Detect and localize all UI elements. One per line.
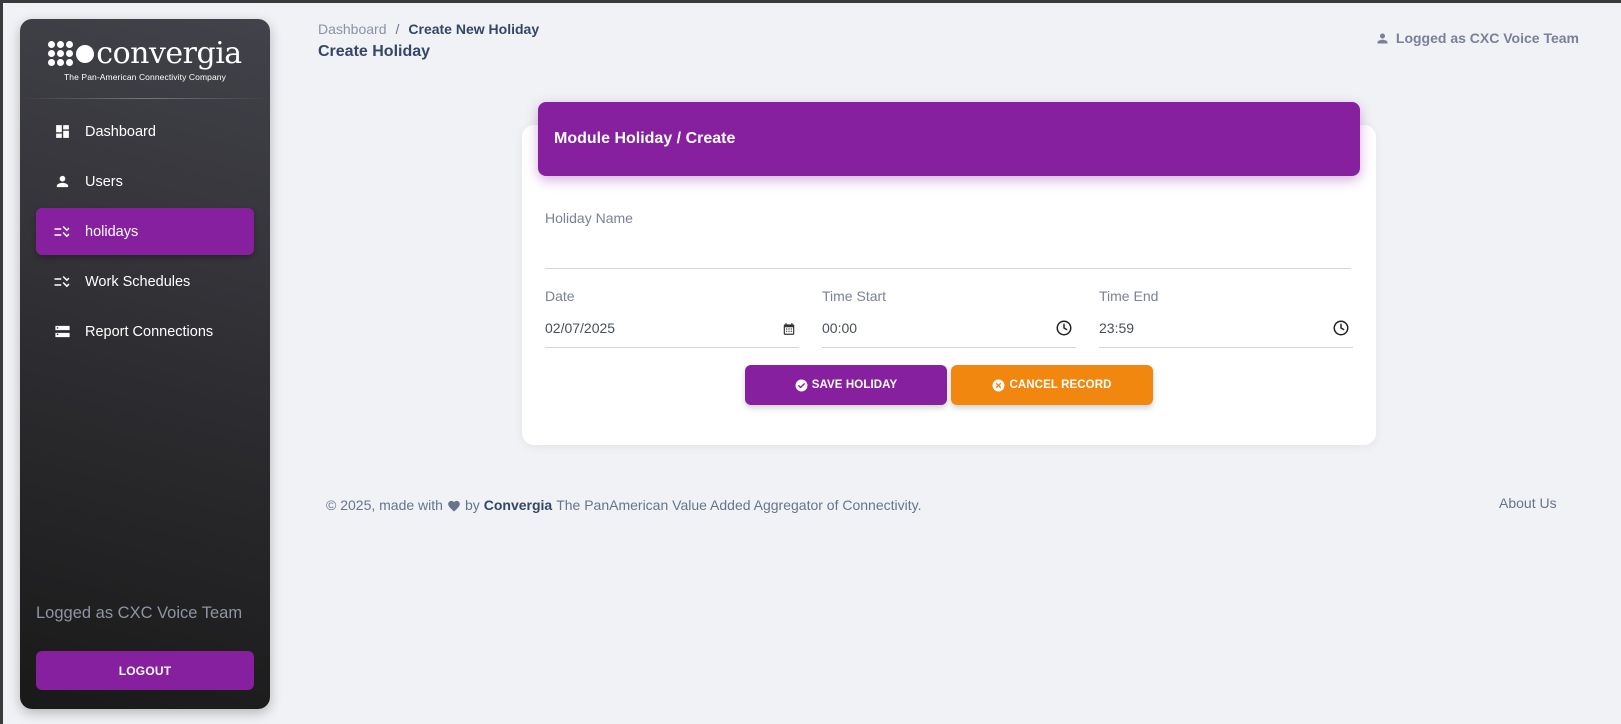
sidebar-user-text: Logged as CXC Voice Team (36, 604, 243, 622)
cancel-record-button[interactable]: CANCEL RECORD (951, 365, 1153, 405)
date-label: Date (545, 288, 575, 304)
holiday-name-input[interactable] (545, 238, 1351, 264)
logo-dots-icon (48, 41, 74, 67)
sidebar-item-dashboard[interactable]: Dashboard (36, 108, 254, 155)
sidebar-item-work-schedules[interactable]: Work Schedules (36, 258, 254, 305)
breadcrumb: Dashboard / Create New Holiday (318, 21, 539, 37)
sidebar-item-holidays[interactable]: holidays (36, 208, 254, 255)
time-end-input[interactable]: 23:59 (1099, 320, 1134, 336)
sidebar-item-report-connections[interactable]: Report Connections (36, 308, 254, 355)
brand-tagline: The Pan-American Connectivity Company (64, 72, 226, 82)
calendar-icon[interactable] (780, 320, 798, 338)
footer-suffix: The PanAmerican Value Added Aggregator o… (556, 497, 922, 513)
save-holiday-button[interactable]: SAVE HOLIDAY (745, 365, 947, 405)
date-input[interactable]: 02/07/2025 (545, 320, 615, 336)
date-underline (545, 347, 799, 348)
sidebar-item-label: Report Connections (85, 323, 214, 340)
card-header: Module Holiday / Create (538, 102, 1360, 176)
footer: © 2025, made with by Convergia The PanAm… (326, 497, 921, 513)
checklist-icon (53, 223, 71, 241)
check-circle-icon (795, 379, 808, 391)
window-frame-left (0, 0, 3, 724)
card-title: Module Holiday / Create (554, 130, 736, 147)
sidebar-item-label: Work Schedules (85, 273, 191, 290)
time-end-label: Time End (1099, 288, 1159, 304)
cancel-circle-icon (993, 379, 1005, 391)
breadcrumb-current: Create New Holiday (408, 21, 540, 37)
footer-by: by (464, 497, 480, 513)
page-title: Create Holiday (318, 43, 431, 60)
sidebar-item-label: Dashboard (85, 123, 156, 140)
footer-prefix: © 2025, made with (326, 497, 443, 513)
sidebar-item-users[interactable]: Users (36, 158, 254, 205)
header-user[interactable]: Logged as CXC Voice Team (1375, 30, 1579, 46)
dashboard-icon (53, 123, 71, 141)
checklist-icon (53, 273, 71, 291)
cancel-record-label: CANCEL RECORD (1009, 379, 1112, 391)
clock-icon[interactable] (1055, 319, 1073, 337)
heart-icon (448, 500, 460, 512)
sidebar-nav: Dashboard Users holidays Work Schedules … (20, 99, 270, 355)
holiday-name-label: Holiday Name (545, 210, 633, 226)
time-end-underline (1099, 347, 1353, 348)
time-start-underline (822, 347, 1076, 348)
brand-logo[interactable]: convergia The Pan-American Connectivity … (20, 19, 270, 98)
sidebar: convergia The Pan-American Connectivity … (20, 19, 270, 709)
breadcrumb-link-dashboard[interactable]: Dashboard (318, 21, 387, 37)
about-us-link[interactable]: About Us (1499, 495, 1557, 511)
footer-brand-link[interactable]: Convergia (484, 497, 552, 513)
window-frame-top (0, 0, 1621, 3)
clock-icon[interactable] (1332, 319, 1350, 337)
person-icon (53, 173, 71, 191)
sidebar-item-label: Users (85, 173, 123, 190)
person-icon (1377, 33, 1388, 43)
header-user-text: Logged as CXC Voice Team (1395, 30, 1579, 46)
brand-name: convergia (96, 36, 242, 71)
breadcrumb-separator: / (395, 21, 400, 37)
time-start-input[interactable]: 00:00 (822, 320, 857, 336)
save-holiday-label: SAVE HOLIDAY (811, 379, 898, 391)
logo-circle-icon (76, 45, 95, 63)
sidebar-item-label: holidays (85, 223, 139, 240)
logout-button[interactable]: LOGOUT (36, 651, 254, 690)
time-start-label: Time Start (822, 288, 887, 304)
holiday-name-underline (545, 268, 1351, 269)
storage-icon (53, 323, 71, 341)
